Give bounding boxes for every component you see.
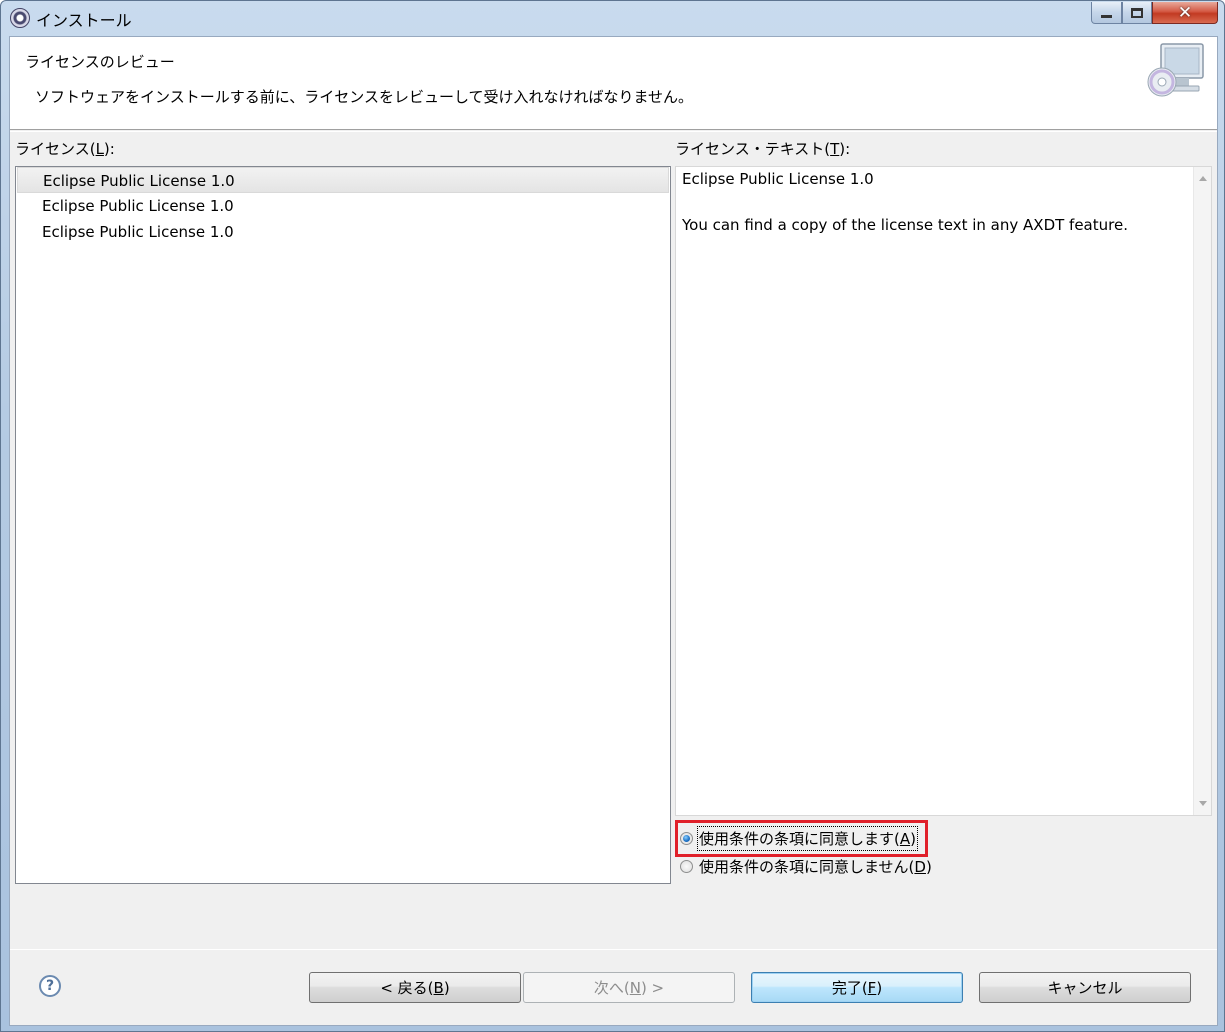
eclipse-icon (10, 8, 30, 28)
back-button[interactable]: < 戻る(B) (309, 972, 521, 1003)
scroll-up-icon[interactable] (1199, 176, 1207, 181)
banner-divider (10, 131, 1217, 132)
scroll-down-icon[interactable] (1199, 801, 1207, 806)
vertical-scrollbar[interactable] (1193, 167, 1211, 815)
list-item[interactable]: Eclipse Public License 1.0 (17, 167, 669, 193)
radio-unchecked-icon[interactable] (680, 859, 693, 873)
license-text-label: ライセンス・テキスト(T): (675, 140, 851, 158)
license-list[interactable]: Eclipse Public License 1.0 Eclipse Publi… (15, 166, 671, 884)
accept-radio[interactable]: 使用条件の条項に同意します(A) (680, 825, 918, 851)
dialog-content: ライセンスのレビュー ソフトウェアをインストールする前に、ライセンスをレビューし… (9, 36, 1218, 1026)
page-description: ソフトウェアをインストールする前に、ライセンスをレビューして受け入れなければなり… (35, 88, 694, 106)
install-dialog-window: インストール ✕ ライセンスのレビュー ソフトウェアをインストールする前に、ライ… (0, 0, 1225, 1032)
install-computer-cd-icon (1147, 43, 1204, 97)
maximize-button[interactable] (1122, 2, 1152, 24)
close-button[interactable]: ✕ (1152, 2, 1218, 24)
button-bar-divider (10, 949, 1217, 950)
minimize-icon (1101, 15, 1112, 18)
cancel-button[interactable]: キャンセル (979, 972, 1191, 1003)
licenses-label: ライセンス(L): (15, 140, 115, 158)
radio-checked-icon[interactable] (680, 831, 693, 845)
window-title: インストール (36, 11, 132, 30)
header-banner: ライセンスのレビュー ソフトウェアをインストールする前に、ライセンスをレビューし… (10, 37, 1217, 130)
decline-radio[interactable]: 使用条件の条項に同意しません(D) (680, 854, 932, 878)
list-item[interactable]: Eclipse Public License 1.0 (17, 219, 669, 245)
license-text-area[interactable]: Eclipse Public License 1.0 You can find … (675, 166, 1212, 816)
maximize-icon (1131, 7, 1143, 18)
next-button[interactable]: 次へ(N) > (523, 972, 735, 1003)
minimize-button[interactable] (1091, 2, 1122, 24)
help-icon: ? (45, 978, 55, 994)
close-icon: ✕ (1177, 2, 1193, 23)
finish-button[interactable]: 完了(F) (751, 972, 963, 1003)
help-button[interactable]: ? (39, 975, 61, 997)
list-item[interactable]: Eclipse Public License 1.0 (17, 193, 669, 219)
license-text-title: Eclipse Public License 1.0 (682, 170, 874, 188)
accept-radio-label: 使用条件の条項に同意します(A) (697, 825, 918, 851)
decline-radio-label: 使用条件の条項に同意しません(D) (699, 857, 932, 876)
title-bar[interactable]: インストール ✕ (1, 1, 1224, 35)
license-text-body: You can find a copy of the license text … (682, 216, 1128, 234)
page-title: ライセンスのレビュー (25, 53, 175, 71)
